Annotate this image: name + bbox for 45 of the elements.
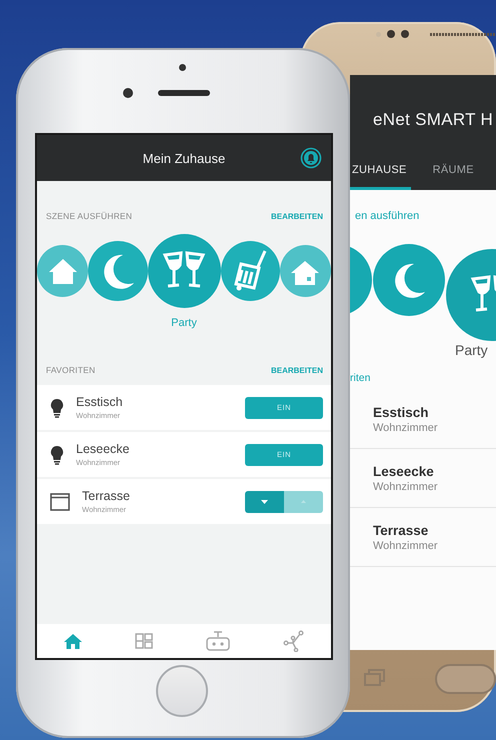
light-bulb-icon [50,398,64,418]
home-button[interactable] [435,664,496,694]
house-icon [48,257,78,285]
device-name: Terrasse [82,489,131,503]
up-button[interactable] [284,490,323,512]
recent-apps-icon[interactable] [363,668,385,686]
edit-link[interactable]: BEARBEITEN [270,366,323,374]
nav-tab[interactable] [205,631,231,651]
speaker-icon [430,33,496,36]
robot-icon [205,631,231,651]
scene-button[interactable] [280,245,331,297]
scene-button[interactable] [37,245,88,297]
scene-caption: Party [455,342,489,358]
app-title: eNet SMART H [373,110,494,130]
window-icon [50,492,70,510]
down-button[interactable] [245,490,284,512]
section-label: FAVORITEN [46,365,96,375]
device-name: Terrasse [373,522,430,538]
device-name: Leseecke [373,464,435,478]
suitcase-icon [233,250,268,292]
caret-up-icon [301,500,306,503]
edit-link[interactable]: BEARBEITEN [270,212,323,220]
network-icon [283,630,305,652]
section-label: SZENE AUSFÜHREN [46,211,132,221]
moon-icon [392,262,426,298]
house-icon [63,632,83,650]
bell-icon[interactable] [300,147,322,169]
dashboard-icon [135,633,153,649]
screen-title: Mein Zuhause [142,150,226,166]
tab[interactable]: RÄUME [430,152,478,190]
room-name: Wohnzimmer [373,422,439,434]
light-bulb-icon [50,444,64,464]
device-name: Leseecke [76,442,131,456]
room-name: Wohnzimmer [373,480,439,492]
device-name: Esstisch [373,404,430,420]
device-name: Esstisch [76,395,124,409]
caret-down-icon [261,500,268,504]
nav-tab[interactable] [63,632,83,650]
nav-tab[interactable] [135,633,153,649]
scene-caption: Party [171,317,197,331]
nav-tab[interactable] [283,630,305,652]
section-label: en ausführen [355,210,420,222]
section-label: riten [350,372,372,384]
room-name: Wohnzimmer [373,540,439,552]
speaker-icon [158,90,210,96]
